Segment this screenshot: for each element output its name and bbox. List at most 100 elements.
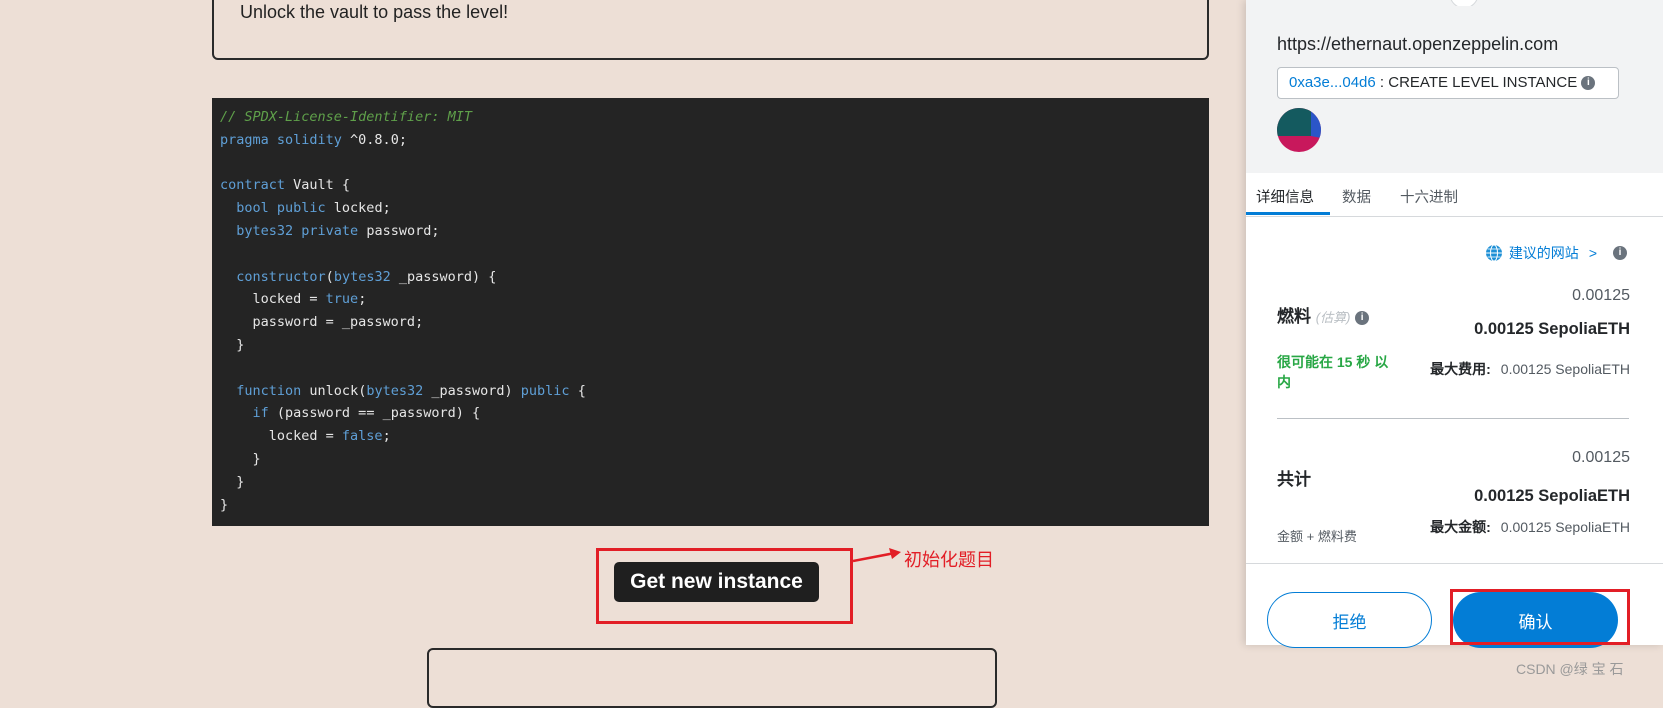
code-token: unlock( — [301, 382, 367, 399]
code-token: Vault { — [285, 177, 351, 194]
code-line: locked = false; — [220, 425, 1201, 448]
code-token: { — [569, 382, 586, 399]
tab-details[interactable]: 详细信息 — [1256, 186, 1314, 207]
code-token: contract — [220, 177, 286, 194]
max-amount-value: 0.00125 SepoliaETH — [1500, 519, 1630, 535]
globe-icon — [1485, 244, 1502, 262]
gas-estimate-label: (估算) — [1315, 310, 1351, 325]
contract-interaction-badge[interactable]: 0xa3e...04d6 : CREATE LEVEL INSTANCE i — [1277, 67, 1619, 99]
origin-url: https://ethernaut.openzeppelin.com — [1277, 34, 1559, 54]
action-label: : CREATE LEVEL INSTANCE — [1379, 74, 1578, 91]
detail-tabs: 详细信息 数据 十六进制 — [1246, 173, 1663, 217]
annotation-arrow-icon — [853, 548, 901, 563]
code-line: } — [220, 494, 1201, 517]
code-line: locked = true; — [220, 288, 1201, 311]
code-line: pragma solidity ^0.8.0; — [220, 129, 1201, 152]
gas-timing: 很可能在 15 秒 以内 — [1277, 354, 1389, 390]
code-token: ^0.8.0; — [341, 131, 407, 148]
code-token: bytes32 private — [236, 222, 359, 239]
wallet-confirm-panel: https://ethernaut.openzeppelin.com 0xa3e… — [1246, 0, 1663, 648]
contract-address-link[interactable]: 0xa3e...04d6 — [1289, 74, 1376, 91]
tab-hex[interactable]: 十六进制 — [1400, 186, 1458, 207]
level-description: Unlock the vault to pass the level! — [240, 2, 509, 22]
max-fee-row: 最大费用: 0.00125 SepoliaETH — [1430, 359, 1630, 379]
gas-fiat-value: 0.00125 — [1572, 287, 1630, 304]
watermark: CSDN @绿 宝 石 — [1516, 661, 1624, 677]
total-fiat-value: 0.00125 — [1572, 449, 1630, 466]
max-fee-label: 最大费用: — [1430, 361, 1491, 377]
info-icon[interactable]: i — [1355, 310, 1370, 325]
max-amount-label: 最大金额: — [1430, 519, 1491, 535]
code-line: bool public locked; — [220, 197, 1201, 220]
code-token: constructor — [236, 268, 326, 285]
code-token: ; — [358, 291, 367, 308]
chevron-right-icon: > — [1588, 245, 1597, 261]
code-token: function — [236, 382, 302, 399]
code-token: // SPDX-License-Identifier: MIT — [220, 109, 472, 125]
total-sub-label: 金额 + 燃料费 — [1277, 529, 1357, 544]
code-line: contract Vault { — [220, 174, 1201, 197]
code-token: password = _password; — [220, 314, 424, 331]
tab-data[interactable]: 数据 — [1342, 186, 1371, 207]
code-token: ( — [325, 268, 334, 285]
info-icon[interactable]: i — [1581, 76, 1596, 91]
network-indicators — [1450, 0, 1478, 6]
confirm-highlight-frame — [1450, 589, 1630, 645]
divider — [1277, 418, 1629, 419]
code-line: } — [220, 471, 1201, 494]
account-avatar — [1277, 108, 1321, 152]
code-token: (password == _password) { — [268, 405, 481, 422]
suggested-site-link[interactable]: 建议的网站 > i — [1485, 243, 1627, 263]
total-value: 0.00125 SepoliaETH — [1474, 487, 1630, 505]
active-tab-indicator — [1246, 212, 1330, 215]
code-token: bool public — [236, 200, 326, 217]
code-token: pragma solidity — [220, 131, 342, 148]
code-line: bytes32 private password; — [220, 220, 1201, 243]
max-fee-value: 0.00125 SepoliaETH — [1500, 361, 1630, 377]
code-token: true — [325, 291, 359, 308]
code-line: // SPDX-License-Identifier: MIT — [220, 106, 1201, 129]
code-token: } — [220, 496, 229, 513]
code-token: locked = — [220, 428, 342, 445]
code-line: constructor(bytes32 _password) { — [220, 266, 1201, 289]
code-token: ; — [382, 428, 391, 445]
code-token: false — [341, 428, 383, 445]
code-line: function unlock(bytes32 _password) publi… — [220, 380, 1201, 403]
code-token: if — [252, 405, 269, 422]
code-token: locked = — [220, 291, 326, 308]
code-token: locked; — [325, 200, 391, 217]
wallet-header: https://ethernaut.openzeppelin.com 0xa3e… — [1246, 0, 1663, 173]
code-token: public — [520, 382, 570, 399]
code-token: } — [220, 336, 245, 353]
suggested-site-label: 建议的网站 — [1508, 245, 1579, 261]
code-token: } — [220, 473, 245, 490]
code-token: _password) — [423, 382, 521, 399]
code-line: } — [220, 334, 1201, 357]
annotation-label: 初始化题目 — [904, 550, 994, 570]
code-line: if (password == _password) { — [220, 402, 1201, 425]
gas-value: 0.00125 SepoliaETH — [1474, 320, 1630, 338]
total-label: 共计 — [1277, 470, 1311, 489]
code-token: bytes32 — [366, 382, 424, 399]
reject-button[interactable]: 拒绝 — [1267, 592, 1432, 648]
code-token: bytes32 — [333, 268, 391, 285]
code-token: } — [220, 450, 261, 467]
code-token: _password) { — [390, 268, 497, 285]
info-icon[interactable]: i — [1613, 246, 1627, 260]
code-line: } — [220, 448, 1201, 471]
code-token: password; — [358, 222, 440, 239]
identicon-icon — [1277, 108, 1321, 152]
max-amount-row: 最大金额: 0.00125 SepoliaETH — [1430, 517, 1630, 537]
level-description-box: Unlock the vault to pass the level! — [212, 0, 1209, 60]
contract-code-block: // SPDX-License-Identifier: MIT pragma so… — [212, 98, 1209, 526]
get-new-instance-button[interactable]: Get new instance — [614, 562, 819, 602]
gas-label-row: 燃料 (估算) i — [1277, 302, 1370, 327]
